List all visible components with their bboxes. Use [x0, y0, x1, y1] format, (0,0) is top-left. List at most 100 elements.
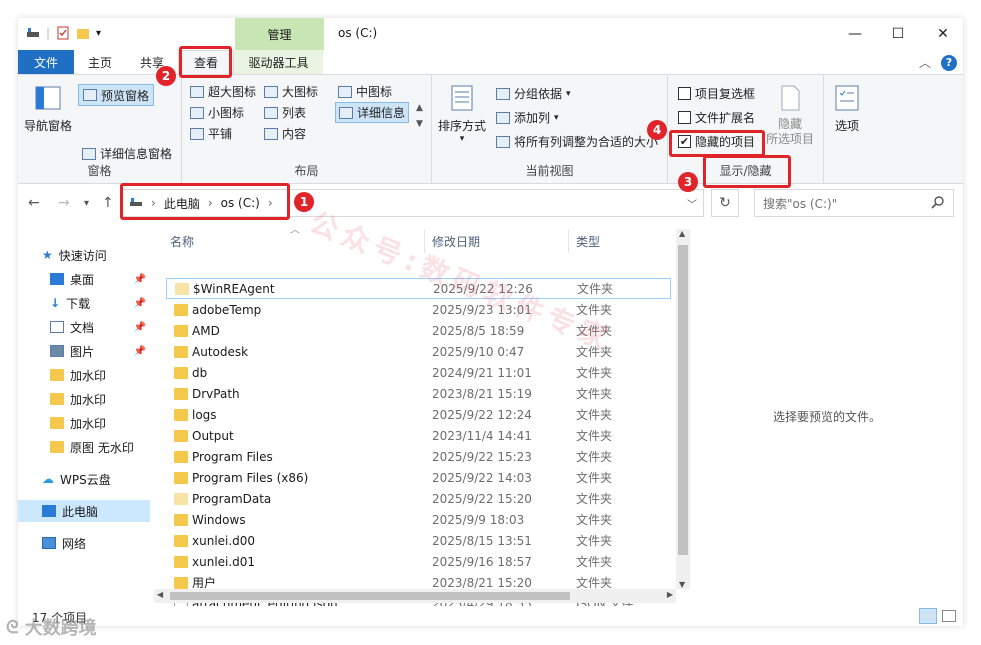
vertical-scrollbar[interactable]: ▲ ▼ [676, 229, 690, 589]
layout-small[interactable]: 小图标 [190, 104, 244, 121]
nav-item-documents[interactable]: 文档 📌 [18, 316, 150, 338]
file-name: Autodesk [192, 344, 249, 359]
nav-item-downloads[interactable]: ↓ 下载 📌 [18, 292, 150, 314]
scroll-left-icon[interactable]: ◀ [157, 590, 163, 599]
layout-extra-large[interactable]: 超大图标 [190, 83, 256, 100]
file-extensions-toggle[interactable]: 文件扩展名 [678, 109, 755, 126]
forward-icon[interactable]: → [58, 195, 70, 211]
folder-icon [174, 408, 188, 421]
details-pane-button[interactable]: 详细信息窗格 [82, 145, 172, 162]
folder-icon [174, 366, 188, 379]
table-row[interactable]: db 2024/9/21 11:01 文件夹 [166, 362, 671, 383]
layout-medium[interactable]: 中图标 [338, 83, 392, 100]
help-icon[interactable]: ? [941, 54, 957, 71]
large-icons-view-icon[interactable] [942, 610, 956, 622]
nav-pane-button[interactable]: 导航窗格 [24, 83, 72, 134]
nav-item-this-pc[interactable]: 此电脑 [18, 500, 150, 522]
nav-item-folder[interactable]: 加水印 [18, 388, 150, 410]
preview-pane: 选择要预览的文件。 [691, 221, 963, 606]
content-icon [264, 127, 278, 140]
scroll-down-icon[interactable]: ▼ [679, 580, 685, 589]
star-icon: ★ [42, 248, 53, 262]
layout-scroll-arrows[interactable]: ▲ ▼ [416, 103, 423, 129]
search-input[interactable]: 搜索"os (C:)" [754, 189, 954, 217]
layout-details[interactable]: 详细信息 [335, 102, 410, 123]
nav-item-folder[interactable]: 加水印 [18, 364, 150, 386]
details-view-icon[interactable] [919, 608, 937, 624]
vertical-scroll-thumb[interactable] [678, 245, 688, 555]
nav-item-folder[interactable]: 加水印 [18, 412, 150, 434]
search-placeholder: 搜索"os (C:)" [763, 196, 838, 211]
large-icons-icon [264, 85, 278, 98]
checkbox-unchecked[interactable] [678, 111, 691, 124]
desktop-icon [50, 273, 64, 285]
layout-tiles[interactable]: 平铺 [190, 125, 232, 142]
column-header-name[interactable]: 名称 [170, 229, 194, 253]
nav-item-network[interactable]: 网络 [18, 532, 150, 554]
nav-label: 此电脑 [62, 504, 99, 519]
tab-file[interactable]: 文件 [18, 50, 74, 74]
item-checkboxes-toggle[interactable]: 项目复选框 [678, 85, 755, 102]
tab-drive-tools[interactable]: 驱动器工具 [234, 50, 323, 74]
layout-large[interactable]: 大图标 [264, 83, 318, 100]
recent-locations-icon[interactable]: ▾ [84, 198, 89, 209]
annotation-badge: 2 [156, 66, 176, 86]
pin-icon[interactable]: 📌 [134, 346, 146, 357]
group-by-button[interactable]: 分组依据 ▾ [496, 85, 571, 102]
file-date: 2025/9/16 18:57 [432, 554, 532, 569]
back-icon[interactable]: ← [28, 195, 40, 211]
table-row[interactable]: Program Files (x86) 2025/9/22 14:03 文件夹 [166, 467, 671, 488]
nav-item-desktop[interactable]: 桌面 📌 [18, 268, 150, 290]
refresh-button[interactable]: ↻ [711, 189, 739, 217]
pin-icon[interactable]: 📌 [134, 274, 146, 285]
size-columns-button[interactable]: 将所有列调整为合适的大小 [496, 133, 658, 150]
layout-label: 中图标 [356, 85, 393, 99]
table-row[interactable]: xunlei.d00 2025/8/15 13:51 文件夹 [166, 530, 671, 551]
nav-item-pictures[interactable]: 图片 📌 [18, 340, 150, 362]
table-row[interactable]: DrvPath 2023/8/21 15:19 文件夹 [166, 383, 671, 404]
preview-pane-button[interactable]: 预览窗格 [78, 84, 155, 106]
size-columns-label: 将所有列调整为合适的大小 [514, 135, 659, 149]
pin-icon[interactable]: 📌 [134, 322, 146, 333]
options-label: 选项 [834, 119, 859, 133]
layout-content[interactable]: 内容 [264, 125, 306, 142]
add-columns-button[interactable]: 添加列 ▾ [496, 109, 559, 126]
table-row[interactable]: logs 2025/9/22 12:24 文件夹 [166, 404, 671, 425]
scroll-right-icon[interactable]: ▶ [667, 590, 673, 599]
medium-icons-icon [338, 85, 352, 98]
table-row[interactable]: xunlei.d01 2025/9/16 18:57 文件夹 [166, 551, 671, 572]
properties-icon[interactable] [56, 26, 70, 40]
options-button[interactable]: 选项 [832, 83, 862, 134]
sort-by-button[interactable]: 排序方式 ▾ [438, 83, 486, 144]
table-row[interactable]: Output 2023/11/4 14:41 文件夹 [166, 425, 671, 446]
tab-home[interactable]: 主页 [74, 50, 126, 74]
qat-dropdown-icon[interactable]: ▾ [96, 28, 101, 39]
table-row[interactable]: Program Files 2025/9/22 15:23 文件夹 [166, 446, 671, 467]
address-dropdown-icon[interactable]: ﹀ [687, 196, 697, 211]
pin-icon[interactable]: 📌 [134, 298, 146, 309]
table-row[interactable]: Windows 2025/9/9 18:03 文件夹 [166, 509, 671, 530]
horizontal-scroll-thumb[interactable] [170, 592, 570, 600]
close-button[interactable]: ✕ [933, 24, 953, 44]
collapse-ribbon-icon[interactable]: ︿ [919, 54, 931, 71]
new-folder-icon[interactable] [76, 26, 90, 40]
nav-item-wps-cloud[interactable]: ☁ WPS云盘 [18, 468, 150, 490]
nav-item-folder[interactable]: 原图 无水印 [18, 436, 150, 458]
folder-icon [50, 369, 64, 381]
annotation-box-view-tab [179, 46, 232, 78]
column-divider[interactable] [568, 229, 569, 253]
minimize-button[interactable]: — [845, 24, 865, 44]
nav-item-quick-access[interactable]: ★ 快速访问 [18, 244, 150, 266]
drive-icon[interactable] [26, 26, 40, 40]
horizontal-scrollbar[interactable]: ◀ ▶ [154, 589, 676, 603]
hide-selected-button[interactable]: 隐藏 所选项目 [766, 83, 814, 147]
scroll-up-icon[interactable]: ▲ [679, 229, 685, 238]
layout-list[interactable]: 列表 [264, 104, 306, 121]
table-row[interactable]: ProgramData 2025/9/22 15:20 文件夹 [166, 488, 671, 509]
checkbox-unchecked[interactable] [678, 87, 691, 100]
column-header-type[interactable]: 类型 [576, 229, 600, 253]
file-type: 文件夹 [576, 555, 613, 569]
up-icon[interactable]: ↑ [102, 195, 114, 211]
maximize-button[interactable]: ☐ [888, 24, 908, 44]
file-type: 文件夹 [576, 471, 613, 485]
